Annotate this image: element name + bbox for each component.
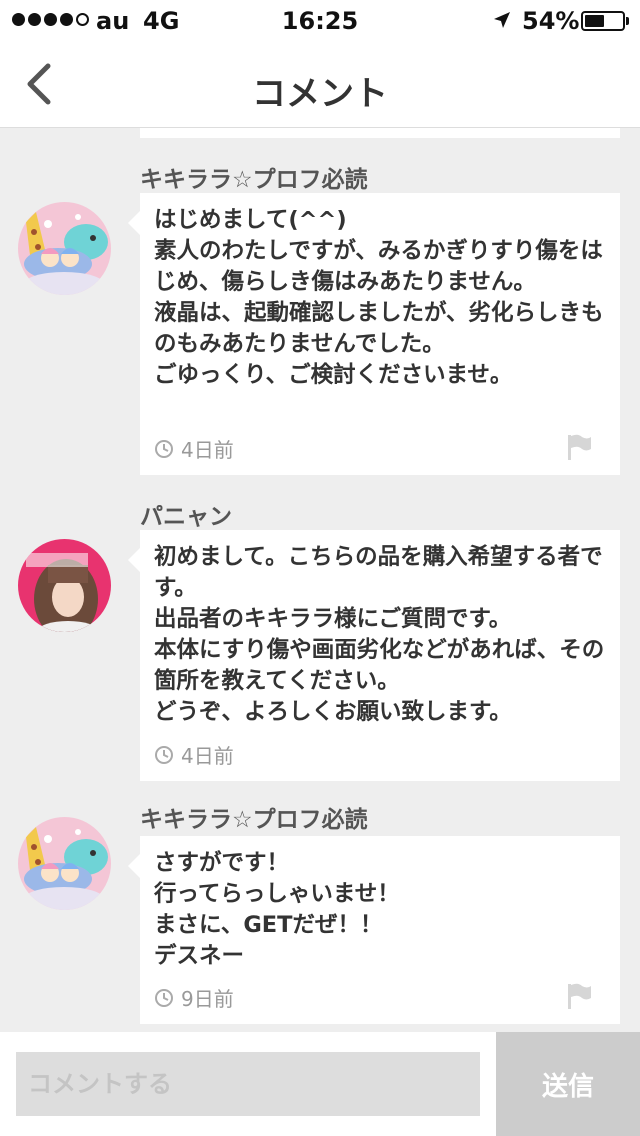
comment-bubble: さすがです！ 行ってらっしゃいませ！ まさに、GETだぜ！！ デスネー 9日前	[128, 836, 620, 1024]
user-avatar[interactable]	[18, 202, 111, 295]
battery-level	[585, 15, 605, 27]
comment-meta: 9日前	[154, 983, 234, 1012]
location-arrow-icon	[494, 12, 510, 28]
comment-list[interactable]: キキララ☆プロフ必読 はじめまして(^^) 素人のわたしですが、みるかぎりすり傷…	[0, 128, 640, 1032]
comment-input[interactable]	[16, 1052, 480, 1116]
comment-timestamp: 9日前	[181, 987, 234, 1011]
little-twin-stars-avatar-icon	[18, 202, 111, 295]
comment-meta: 4日前	[154, 434, 234, 463]
comment-timestamp: 4日前	[181, 438, 234, 462]
comment-text: さすがです！ 行ってらっしゃいませ！ まさに、GETだぜ！！ デスネー	[154, 850, 400, 969]
comment-username[interactable]: パニャン	[140, 497, 232, 531]
comment-input-bar: 送信	[0, 1032, 640, 1136]
status-bar: au 4G 16:25 54%	[0, 0, 640, 40]
clock-icon	[155, 439, 173, 458]
report-flag-icon[interactable]	[566, 433, 592, 461]
comment-username[interactable]: キキララ☆プロフ必読	[140, 800, 368, 834]
app-screen: au 4G 16:25 54% コメント キキララ☆プロフ必読 はじめまして(^…	[0, 0, 640, 1136]
battery-icon	[581, 11, 625, 31]
comment-bubble: 初めまして。こちらの品を購入希望する者です。 出品者のキキララ様にご質問です。 …	[128, 530, 620, 781]
battery-tip	[626, 17, 629, 25]
page-title: コメント	[252, 74, 388, 114]
user-avatar[interactable]	[18, 539, 111, 632]
photo-avatar-icon	[18, 539, 111, 632]
comment-timestamp: 4日前	[181, 744, 234, 768]
comment-username[interactable]: キキララ☆プロフ必読	[140, 160, 368, 194]
report-flag-icon[interactable]	[566, 982, 592, 1010]
battery-percent: 54%	[522, 7, 580, 35]
send-button[interactable]: 送信	[496, 1032, 640, 1136]
navigation-bar: コメント	[0, 40, 640, 128]
previous-comment-bubble	[140, 128, 620, 138]
user-avatar[interactable]	[18, 817, 111, 910]
comment-bubble: はじめまして(^^) 素人のわたしですが、みるかぎりすり傷をはじめ、傷らしき傷は…	[128, 193, 620, 475]
clock-icon	[155, 745, 173, 764]
little-twin-stars-avatar-icon	[18, 817, 111, 910]
comment-text: はじめまして(^^) 素人のわたしですが、みるかぎりすり傷をはじめ、傷らしき傷は…	[154, 207, 604, 388]
comment-meta: 4日前	[154, 740, 234, 769]
clock-icon	[155, 988, 173, 1007]
comment-text: 初めまして。こちらの品を購入希望する者です。 出品者のキキララ様にご質問です。 …	[154, 544, 605, 725]
